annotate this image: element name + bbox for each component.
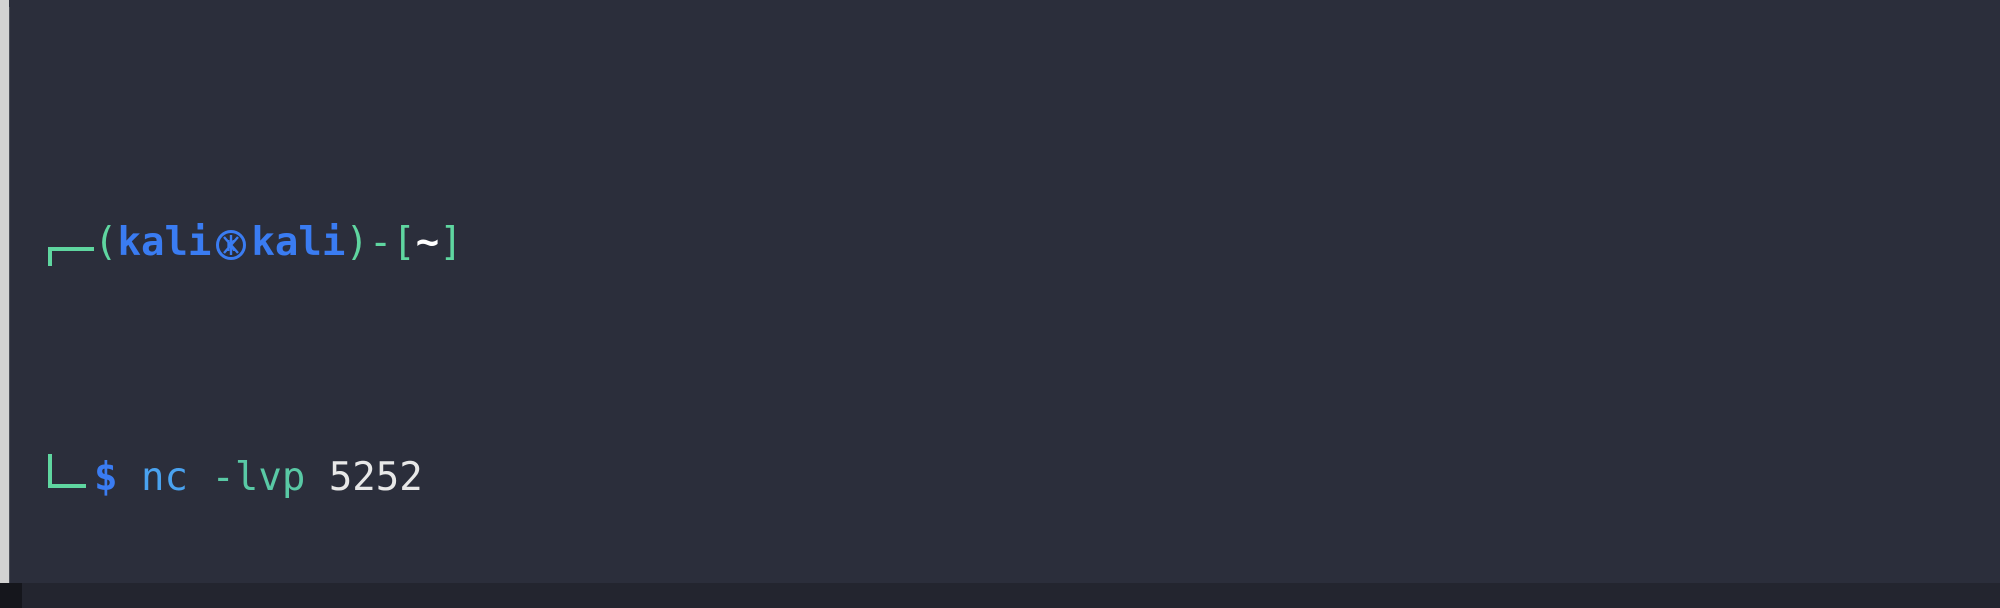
svg-text:K: K bbox=[227, 237, 236, 255]
command-args: 5252 bbox=[328, 455, 423, 500]
prompt-close-bracket: ] bbox=[439, 220, 463, 265]
prompt-close-paren: ) bbox=[345, 220, 369, 265]
prompt-corner-bottom-icon bbox=[32, 454, 94, 501]
shell-prompt-line-1: (kali Kkali)-[~] bbox=[32, 219, 2000, 266]
prompt-corner-top-icon bbox=[32, 219, 94, 266]
window-bottom-bar-corner bbox=[0, 583, 22, 608]
command-name: nc bbox=[140, 455, 188, 500]
terminal-window[interactable]: (kaliKkali)-[~] $ nc -lvp 5252 listening… bbox=[0, 0, 2000, 608]
window-top-edge bbox=[9, 0, 2000, 7]
shell-prompt-line-2: $ nc -lvp 5252 bbox=[32, 454, 2000, 501]
prompt-open-bracket: [ bbox=[392, 220, 416, 265]
prompt-hostname: kali bbox=[251, 220, 346, 265]
prompt-username: kali bbox=[117, 220, 212, 265]
prompt-cwd: ~ bbox=[415, 220, 440, 265]
prompt-open-paren: ( bbox=[94, 220, 118, 265]
terminal-scrollbar[interactable] bbox=[0, 0, 10, 583]
prompt-dash: - bbox=[368, 220, 393, 265]
kali-dragon-icon: K bbox=[211, 224, 251, 264]
prompt-dollar-sign: $ bbox=[94, 455, 118, 500]
window-bottom-bar bbox=[0, 583, 2000, 608]
terminal-screen[interactable]: (kaliKkali)-[~] $ nc -lvp 5252 listening… bbox=[10, 7, 2000, 583]
command-flags: -lvp bbox=[211, 455, 306, 500]
scrollbar-thumb[interactable] bbox=[0, 0, 9, 583]
